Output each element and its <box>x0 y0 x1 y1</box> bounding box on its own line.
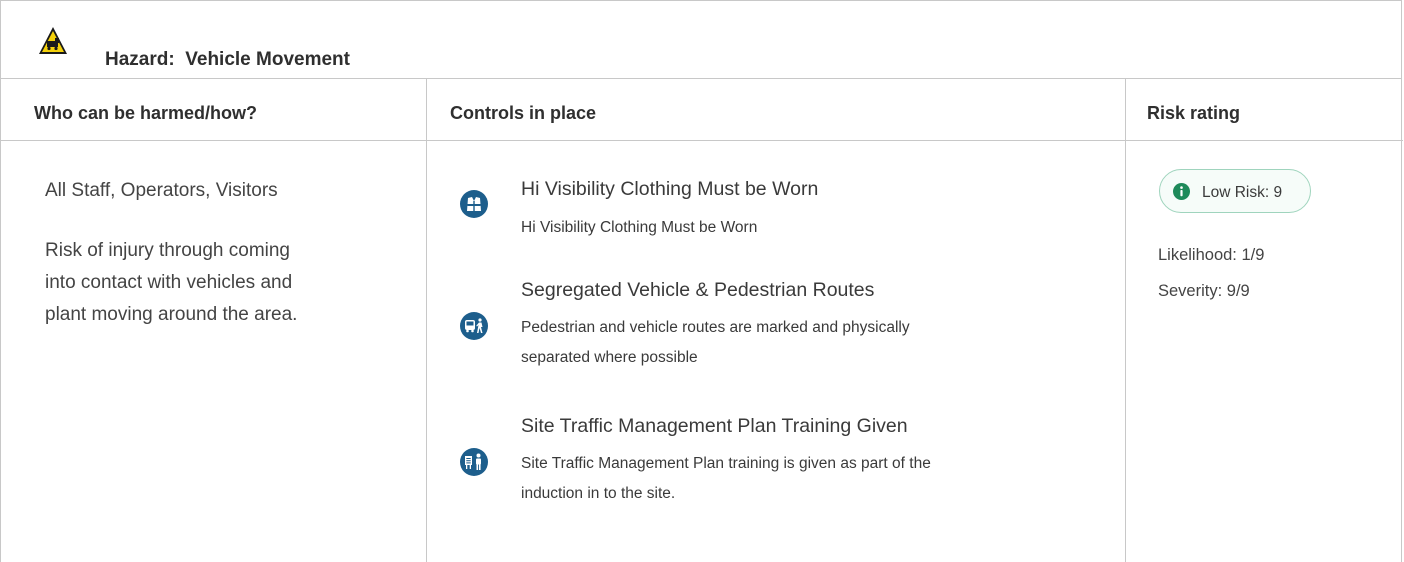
hazard-name: Vehicle Movement <box>185 49 350 70</box>
column-header-risk: Risk rating <box>1126 79 1403 141</box>
control-description-line: Pedestrian and vehicle routes are marked… <box>521 319 910 336</box>
hazard-label: Hazard: <box>105 49 175 70</box>
control-title: Segregated Vehicle & Pedestrian Routes <box>521 279 875 301</box>
who-risk-line: into contact with vehicles and <box>45 272 293 293</box>
control-description: Pedestrian and vehicle routes are marked… <box>521 313 1081 373</box>
hazard-title: Hazard: Vehicle Movement <box>105 49 350 71</box>
control-description: Hi Visibility Clothing Must be Worn <box>521 213 1081 243</box>
training-icon <box>460 448 488 476</box>
risk-badge-label: Low Risk: 9 <box>1202 184 1283 201</box>
column-header-who-label: Who can be harmed/how? <box>34 103 258 123</box>
risk-likelihood: Likelihood: 1/9 <box>1158 246 1265 264</box>
vehicle-pedestrian-icon <box>460 312 488 340</box>
info-icon <box>1173 183 1190 200</box>
control-description-line: Site Traffic Management Plan training is… <box>521 455 931 472</box>
hazard-header: Hazard: Vehicle Movement <box>1 1 1401 79</box>
control-title: Site Traffic Management Plan Training Gi… <box>521 415 908 437</box>
risk-badge: Low Risk: 9 <box>1159 169 1311 213</box>
column-header-risk-label: Risk rating <box>1147 103 1241 123</box>
control-description-line: induction in to the site. <box>521 485 676 502</box>
who-risk-line: Risk of injury through coming <box>45 240 290 261</box>
who-risk-line: plant moving around the area. <box>45 304 298 325</box>
risk-severity: Severity: 9/9 <box>1158 282 1250 300</box>
control-title: Hi Visibility Clothing Must be Worn <box>521 178 819 200</box>
warning-vehicle-icon <box>39 27 67 54</box>
column-header-who: Who can be harmed/how? <box>1 79 426 141</box>
hi-vis-vest-icon <box>460 190 488 218</box>
column-header-controls: Controls in place <box>426 79 1126 141</box>
who-risk-description: Risk of injury through coming into conta… <box>45 235 395 331</box>
control-description-line: separated where possible <box>521 349 698 366</box>
hazard-card: Hazard: Vehicle Movement Who can be harm… <box>0 0 1403 562</box>
control-description-line: Hi Visibility Clothing Must be Worn <box>521 219 758 236</box>
column-header-controls-label: Controls in place <box>450 103 597 123</box>
control-description: Site Traffic Management Plan training is… <box>521 449 1081 509</box>
column-divider <box>426 79 427 562</box>
column-divider <box>1125 79 1126 562</box>
who-people: All Staff, Operators, Visitors <box>45 180 278 201</box>
